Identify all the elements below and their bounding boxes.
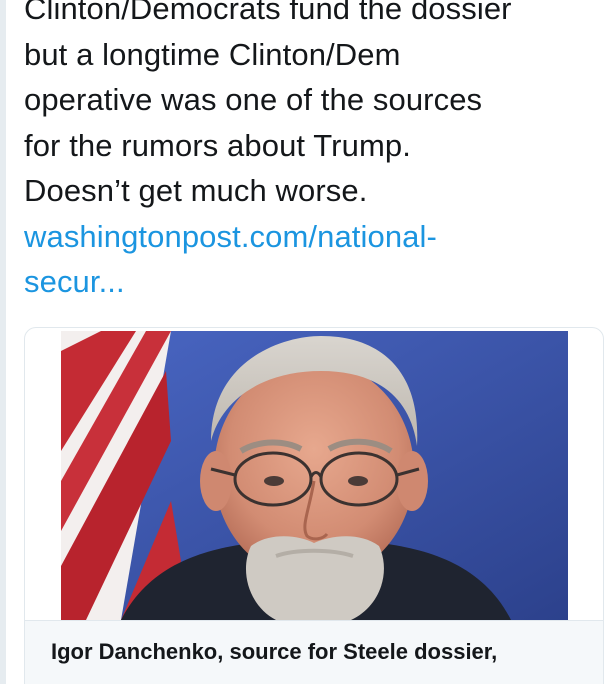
tweet-text-line: operative was one of the sources <box>24 82 483 117</box>
card-title: Igor Danchenko, source for Steele dossie… <box>51 639 498 664</box>
tweet-text-line: Clinton/Democrats fund the dossier <box>24 0 512 26</box>
tweet-text-line: Doesn’t get much worse. <box>24 173 368 208</box>
tweet-text-line: but a longtime Clinton/Dem <box>24 36 401 72</box>
card-photo <box>61 331 568 620</box>
tweet-link-cont[interactable]: secur... <box>24 259 609 305</box>
tweet-link[interactable]: washingtonpost.com/national- <box>24 214 609 260</box>
tweet-link-line-1[interactable]: washingtonpost.com/national- <box>24 219 437 254</box>
left-rail <box>0 0 6 684</box>
tweet-text: Clinton/Democrats fund the dossier but a… <box>24 0 609 305</box>
tweet-text-line: for the rumors about Trump. <box>24 127 411 163</box>
card-body[interactable]: Igor Danchenko, source for Steele dossie… <box>25 620 603 684</box>
tweet-link-line-2[interactable]: secur... <box>24 264 125 299</box>
card-image[interactable] <box>61 331 568 620</box>
link-preview-card[interactable]: Igor Danchenko, source for Steele dossie… <box>24 327 604 684</box>
